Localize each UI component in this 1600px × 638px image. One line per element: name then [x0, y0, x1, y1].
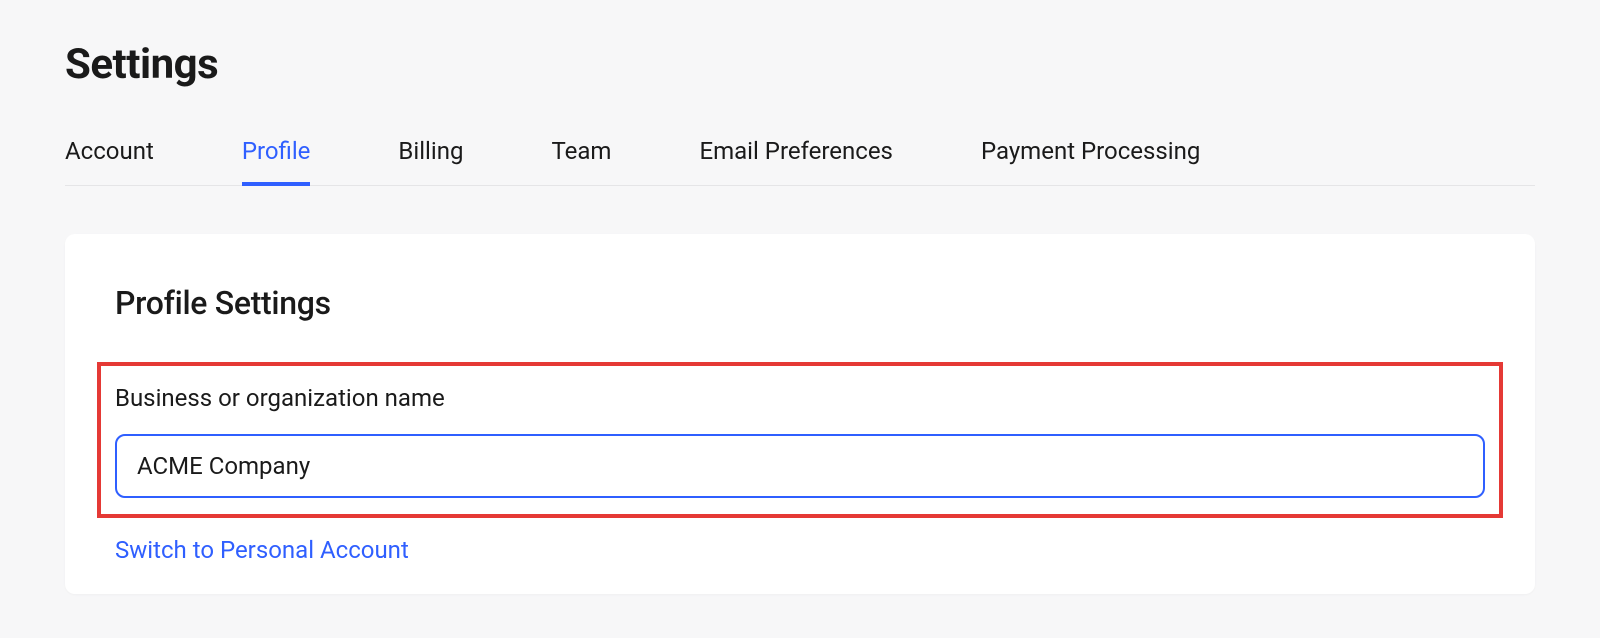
tab-billing[interactable]: Billing	[398, 137, 463, 185]
org-name-label: Business or organization name	[115, 384, 1485, 412]
tab-team[interactable]: Team	[551, 137, 611, 185]
tab-profile[interactable]: Profile	[242, 137, 311, 185]
settings-tabs: Account Profile Billing Team Email Prefe…	[65, 137, 1535, 186]
profile-settings-card: Profile Settings Business or organizatio…	[65, 234, 1535, 594]
org-name-highlight: Business or organization name	[97, 362, 1503, 518]
tab-payment-processing[interactable]: Payment Processing	[981, 137, 1200, 185]
tab-email-preferences[interactable]: Email Preferences	[699, 137, 893, 185]
page-title: Settings	[65, 40, 1535, 89]
card-title: Profile Settings	[115, 284, 1485, 322]
switch-to-personal-link[interactable]: Switch to Personal Account	[115, 536, 409, 564]
tab-account[interactable]: Account	[65, 137, 154, 185]
org-name-input[interactable]	[115, 434, 1485, 498]
